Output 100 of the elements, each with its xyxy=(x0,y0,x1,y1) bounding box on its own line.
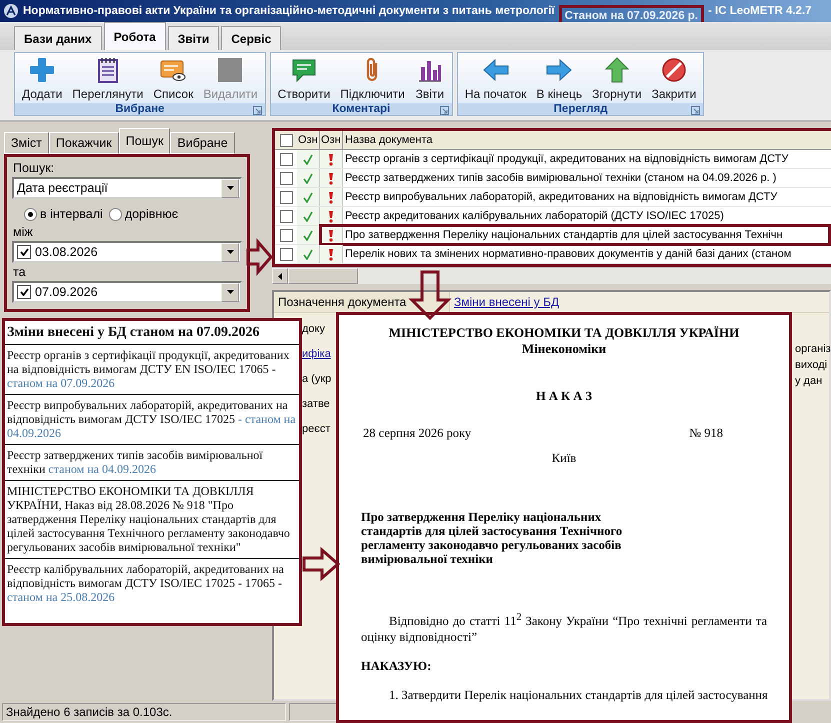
document-title-cell[interactable]: Реєстр акредитованих калібрувальних лабораторій (ДСТУ ISO/IEC 17025) xyxy=(343,210,724,222)
field-label: Позначення документа xyxy=(274,292,450,312)
change-entry: Реєстр затверджених типів засобів вимірювальної техніки станом на 04.09.2026 xyxy=(5,445,299,481)
range-label: між xyxy=(12,225,34,239)
document-date: 28 серпня 2026 року xyxy=(363,426,472,441)
document-number: № 918 xyxy=(689,426,723,441)
ribbon-tab[interactable]: Робота xyxy=(104,22,166,50)
ministry-short-name: Мінекономіки xyxy=(520,341,608,357)
dropdown-icon xyxy=(226,290,234,294)
order-word: НАКАЗУЮ: xyxy=(361,659,432,674)
checkmark-icon xyxy=(303,172,313,184)
ribbon-button[interactable]: На початок xyxy=(460,53,532,103)
field-text: виході xyxy=(795,359,828,371)
ribbon-button[interactable]: Згорнути xyxy=(587,53,647,103)
checkmark-icon xyxy=(303,210,313,222)
row-checkbox[interactable] xyxy=(280,210,292,222)
change-entry: Реєстр випробувальних лабораторій, акредитованих на відповідність вимогам ДСТУ ISO/IEC 17025 - станом на 04.09.2026 xyxy=(5,395,299,445)
row-checkbox[interactable] xyxy=(280,228,292,242)
checkmark-icon xyxy=(303,248,313,260)
field-text: а (укр xyxy=(302,373,332,385)
document-title-cell[interactable]: Реєстр органів з сертифікації продукції, акредитованих на відповідність вимогам ДСТУ xyxy=(343,153,788,165)
horizontal-scrollbar[interactable] xyxy=(272,267,831,284)
range-label: та xyxy=(12,265,27,279)
exclamation-icon xyxy=(328,248,334,260)
column-header[interactable]: Назва документа xyxy=(343,134,433,146)
change-entry: МІНІСТЕРСТВО ЕКОНОМІКИ ТА ДОВКІЛЛЯ УКРАЇНИ, Наказ від 28.08.2026 № 918 "Про затвердження Переліку національних стандартів для цілей застосування Технічного регламенту законодавчо регульованих засобів вимірювальної техніки" xyxy=(5,481,299,559)
status-text: Знайдено 6 записів за 0.103с. xyxy=(2,703,286,721)
pane-tab[interactable]: Зміст xyxy=(4,132,49,154)
radio-option[interactable]: дорівнює xyxy=(108,207,178,221)
link-text[interactable]: ифіка xyxy=(302,348,332,360)
clause-text: 1. Затвердити Перелік національних стандартів для цілей застосування xyxy=(388,688,767,704)
row-checkbox[interactable] xyxy=(280,190,292,204)
dropdown-icon xyxy=(226,186,234,190)
exclamation-icon xyxy=(328,210,334,222)
exclamation-icon xyxy=(328,172,334,184)
ribbon-button[interactable]: Закрити xyxy=(646,53,702,103)
field-text: реєст xyxy=(302,423,332,435)
group-caption: Коментарі xyxy=(332,103,390,115)
preamble-text: Відповідно до статті 11$^{2}$ Закону України “Про технічні регламенти та оцінку відповідності” xyxy=(361,611,767,646)
pane-tab[interactable]: Вибране xyxy=(170,132,235,154)
ribbon-tab[interactable]: Сервіс xyxy=(221,26,282,50)
checkmark-icon xyxy=(20,288,28,296)
document-title-cell[interactable]: Перелік нових та змінених нормативно-правових документів у даній базі даних (станом xyxy=(343,248,792,260)
pane-tab[interactable]: Пошук xyxy=(118,128,170,154)
change-entry: Реєстр калібрувальних лабораторій, акредитованих на відповідність вимогам ДСТУ ISO/IEC 17025 - 17065 - станом на 25.08.2026 xyxy=(6,561,285,606)
ribbon-button[interactable]: Список xyxy=(148,53,198,103)
row-checkbox[interactable] xyxy=(280,172,292,184)
select-all-checkbox[interactable] xyxy=(280,134,292,146)
ribbon-button[interactable]: В кінець xyxy=(531,53,588,103)
window-title: Нормативно-правові акти України та організаційно-методичні документи з питань метрології xyxy=(23,5,555,17)
row-checkbox[interactable] xyxy=(280,152,292,166)
date-checkbox[interactable] xyxy=(17,285,31,299)
dropdown-icon xyxy=(226,250,234,254)
pane-tab[interactable]: Покажчик xyxy=(48,132,119,154)
ribbon-button[interactable]: Звіти xyxy=(410,53,450,103)
field-text: доку xyxy=(302,323,326,335)
launcher-icon[interactable] xyxy=(440,106,449,115)
document-city: Київ xyxy=(550,451,578,466)
date-field[interactable]: 07.09.2026 xyxy=(12,281,242,303)
ribbon-button[interactable]: Переглянути xyxy=(67,53,148,103)
checkmark-icon xyxy=(303,154,313,164)
ribbon-button[interactable]: Підключити xyxy=(335,53,410,103)
document-title: Про затвердження Переліку національних стандартів для цілей застосування Технічного регламенту законодавчо регульованих засобів вимірювальної техніки xyxy=(361,510,624,566)
row-checkbox[interactable] xyxy=(280,248,292,260)
ribbon-tab[interactable]: Бази даних xyxy=(14,26,102,50)
change-entry: Реєстр органів з сертифікації продукції, акредитованих на відповідність вимогам ДСТУ EN ISO/IEC 17065 - станом на 07.09.2026 xyxy=(5,345,299,395)
document-type: Н А К А З xyxy=(535,389,593,404)
date-checkbox[interactable] xyxy=(17,245,31,259)
group-caption: Вибране xyxy=(115,103,164,115)
date-field[interactable]: 03.08.2026 xyxy=(12,241,242,263)
document-title-cell[interactable]: Реєстр випробувальних лабораторій, акредитованих на відповідність вимогам ДСТУ xyxy=(343,191,778,203)
search-field-dropdown[interactable]: Дата реєстрації xyxy=(12,177,242,199)
ribbon-tab[interactable]: Звіти xyxy=(168,26,220,50)
document-title-cell[interactable]: Реєстр затверджених типів засобів вимірювальної техніки (станом на 04.09.2026 р. ) xyxy=(343,172,776,184)
app-version: - ІС LeoMETR 4.2.7 xyxy=(708,5,812,17)
column-header[interactable]: Озн xyxy=(297,131,320,149)
app-logo-icon xyxy=(3,3,19,19)
exclamation-icon xyxy=(328,152,334,166)
launcher-icon[interactable] xyxy=(691,106,700,115)
radio-option[interactable]: в інтервалі xyxy=(24,207,103,221)
field-text: затве xyxy=(302,398,331,410)
document-title-cell[interactable]: Про затвердження Переліку національних стандартів для цілей застосування Технічн xyxy=(343,229,783,241)
field-text: у дан xyxy=(795,375,824,387)
launcher-icon[interactable] xyxy=(252,106,262,115)
ribbon-button[interactable]: Створити xyxy=(272,53,336,103)
checkmark-icon xyxy=(303,192,313,202)
changes-heading: Зміни внесені у БД станом на 07.09.2026 xyxy=(5,321,299,345)
ribbon-button[interactable]: Додати xyxy=(17,53,68,103)
scrollbar-thumb[interactable] xyxy=(288,268,358,284)
ministry-heading: МІНІСТЕРСТВО ЕКОНОМІКИ ТА ДОВКІЛЛЯ УКРАЇНИ xyxy=(388,325,740,341)
exclamation-icon xyxy=(328,228,334,242)
column-header[interactable]: Озн xyxy=(320,131,343,149)
checkmark-icon xyxy=(20,248,28,256)
left-arrow-icon xyxy=(278,272,282,280)
exclamation-icon xyxy=(328,190,334,204)
field-text: організ xyxy=(795,343,829,355)
checkmark-icon xyxy=(303,230,313,240)
group-caption: Перегляд xyxy=(554,103,608,115)
search-label: Пошук: xyxy=(12,161,56,175)
field-link[interactable]: Зміни внесені у БД xyxy=(450,295,560,309)
